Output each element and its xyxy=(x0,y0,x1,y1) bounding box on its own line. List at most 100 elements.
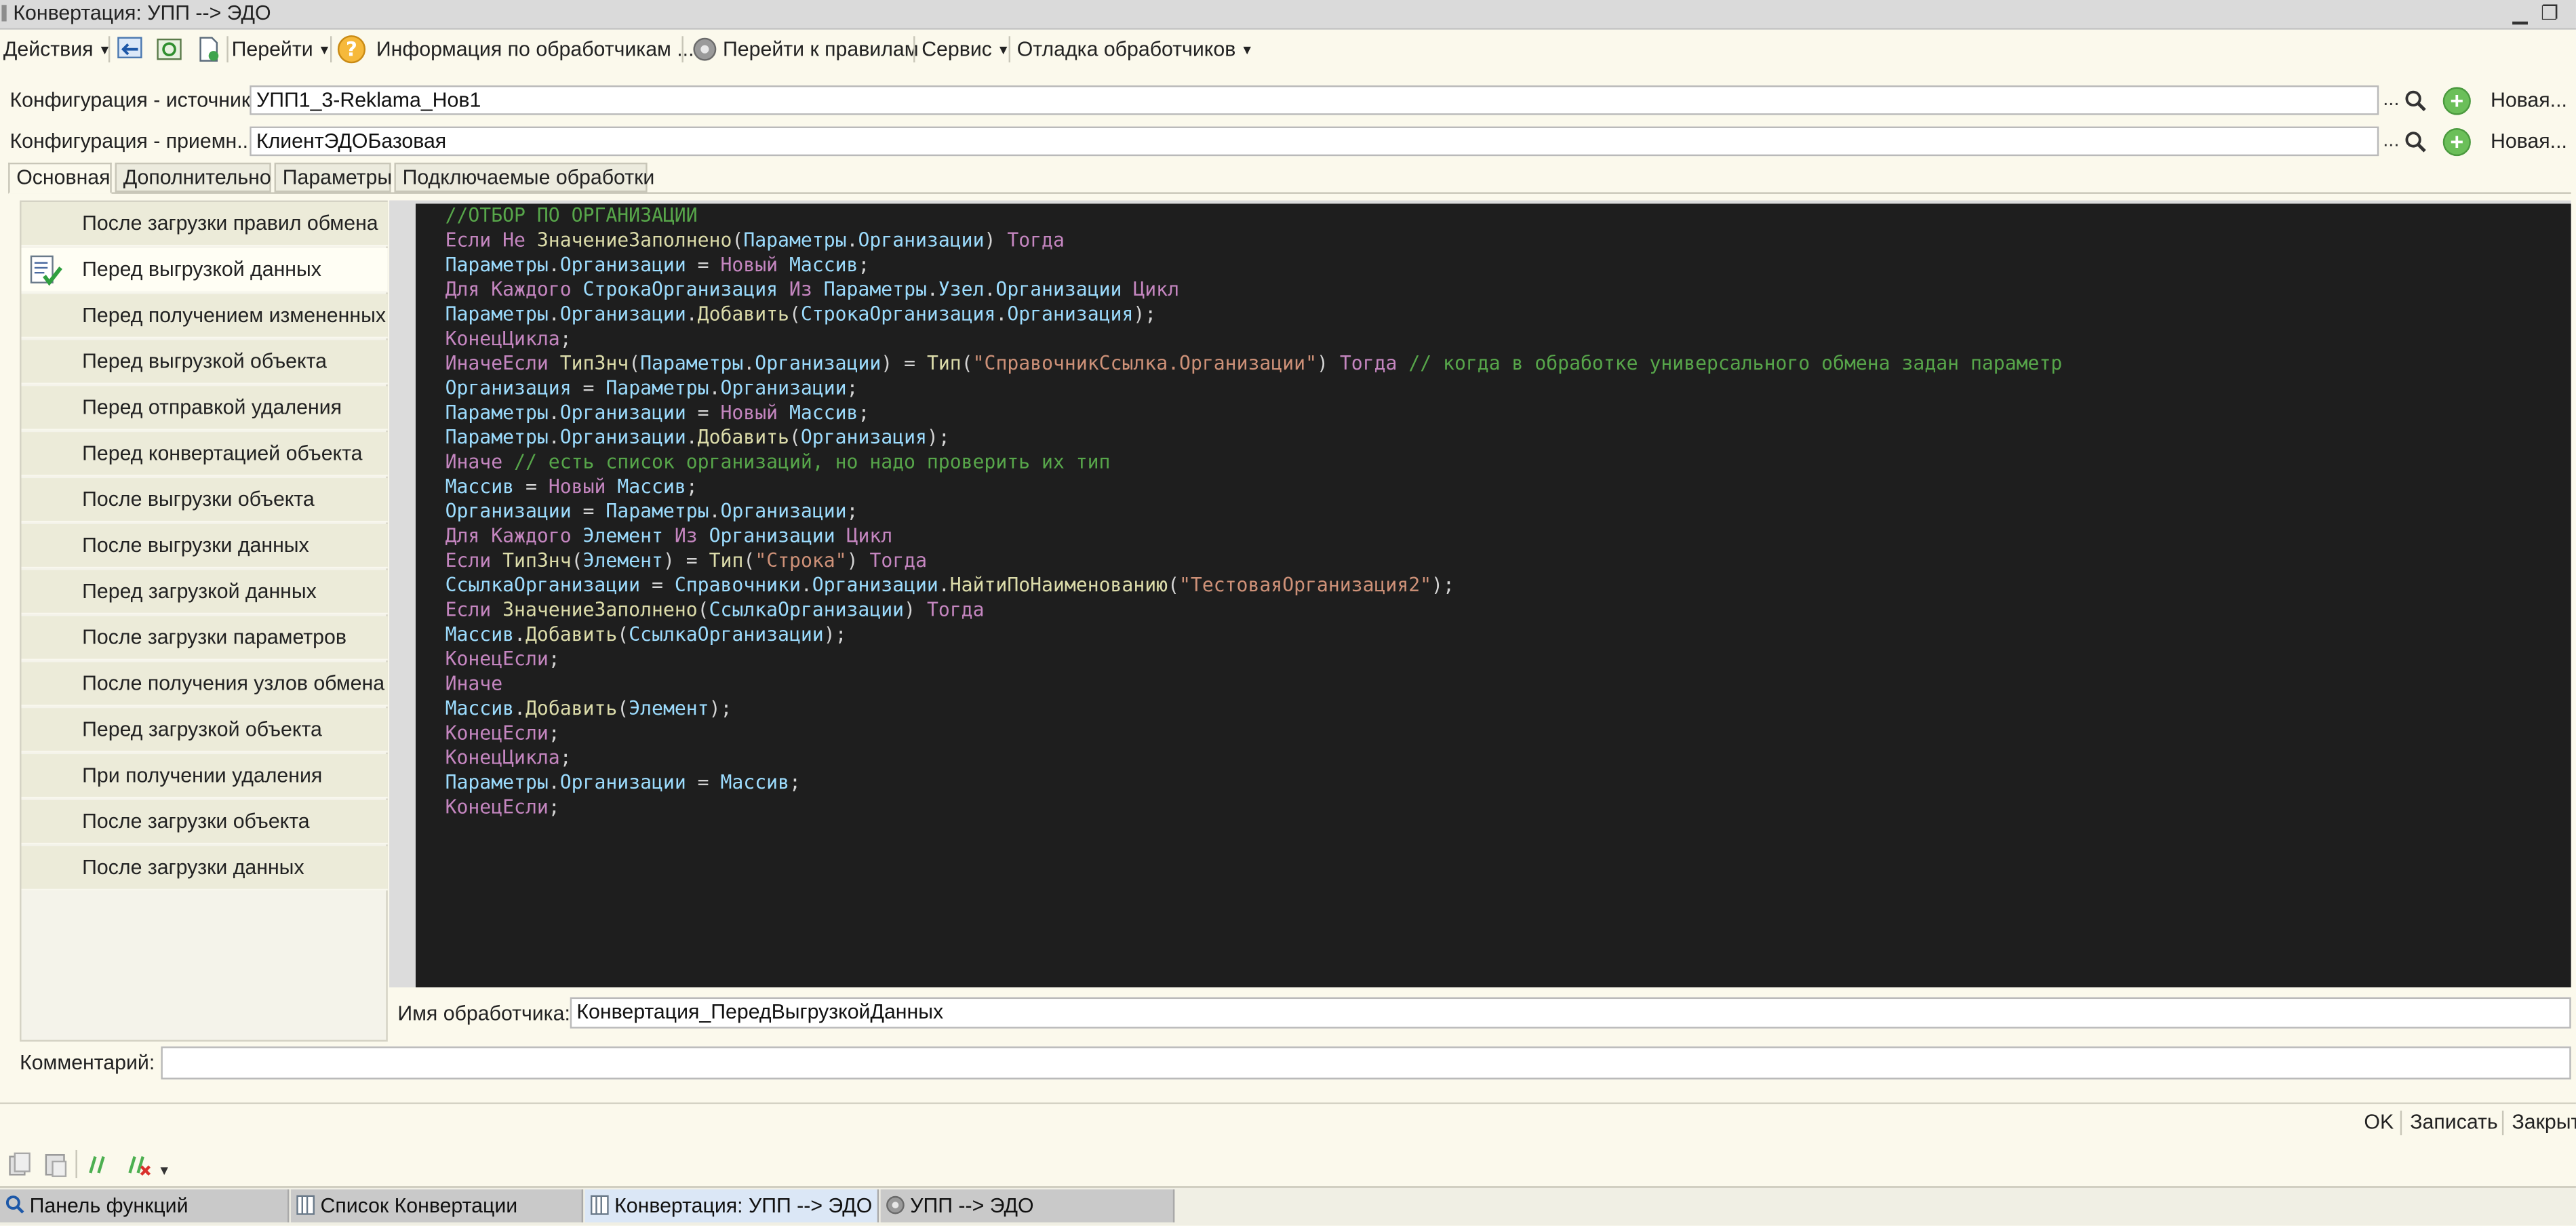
actions-label: Действия xyxy=(3,37,94,61)
goto-menu[interactable]: Перейти ▼ xyxy=(232,35,331,64)
code-line: Массив.Добавить(Элемент); xyxy=(445,696,732,720)
code-line: КонецЕсли; xyxy=(445,795,560,818)
arrow-back-icon[interactable] xyxy=(115,35,145,64)
list-item[interactable]: После загрузки параметров xyxy=(21,616,388,660)
toolbar-separator xyxy=(1008,36,1011,63)
tab-main[interactable]: Основная xyxy=(8,162,112,194)
window-menu-icon[interactable] xyxy=(1,5,7,22)
new-source-button[interactable]: Новая... xyxy=(2491,89,2567,112)
list-item[interactable]: При получении удаления xyxy=(21,754,388,799)
search-icon[interactable] xyxy=(2404,89,2428,113)
code-line: Параметры.Организации = Новый Массив; xyxy=(445,253,870,277)
handlers-info-button[interactable]: Информация по обработчикам ... xyxy=(376,35,694,64)
new-target-button[interactable]: Новая... xyxy=(2491,130,2567,153)
toolbar-separator xyxy=(330,36,332,63)
code-line: Иначе xyxy=(445,671,503,695)
taskbar-label: Список Конвертации xyxy=(320,1194,518,1218)
gear-icon xyxy=(886,1195,905,1214)
handler-name-field[interactable]: Конвертация_ПередВыгрузкойДанных xyxy=(570,997,2571,1029)
tab-parameters[interactable]: Параметры xyxy=(274,162,392,193)
code-line: Организация = Параметры.Организации; xyxy=(445,376,858,399)
list-item[interactable]: Перед отправкой удаления xyxy=(21,386,388,431)
ok-button[interactable]: OK xyxy=(2364,1111,2394,1134)
save-button[interactable]: Записать xyxy=(2410,1111,2497,1134)
target-select-button[interactable]: ... xyxy=(2379,127,2403,157)
taskbar-item-conversions-list[interactable]: Список Конвертации xyxy=(290,1189,584,1223)
minimize-icon[interactable]: ▁ xyxy=(2509,1,2532,24)
source-config-label: Конфигурация - источник: xyxy=(9,88,256,112)
code-editor[interactable]: //ОТБОР ПО ОРГАНИЗАЦИИ Если Не ЗначениеЗ… xyxy=(389,200,2571,988)
uncomment-icon[interactable] xyxy=(125,1151,155,1178)
toolbar-separator xyxy=(75,1149,77,1179)
toolbar-separator xyxy=(108,36,111,63)
code-line: Если ТипЗнч(Элемент) = Тип("Строка") Тог… xyxy=(445,549,928,572)
taskbar-label: УПП --> ЭДО xyxy=(910,1194,1034,1218)
toolbar-separator xyxy=(681,36,683,63)
table-icon xyxy=(296,1195,315,1215)
goto-label: Перейти xyxy=(231,37,313,61)
window-title: Конвертация: УПП --> ЭДО xyxy=(13,1,271,25)
target-config-label: Конфигурация - приемн... xyxy=(9,130,254,153)
tab-additional[interactable]: Дополнительно xyxy=(115,162,271,193)
source-config-field[interactable]: УПП1_3-Reklama_Нов1 xyxy=(250,85,2379,115)
list-item[interactable]: Перед получением измененных xyxy=(21,294,388,339)
close-button[interactable]: Закрыть xyxy=(2512,1111,2575,1134)
copy-icon[interactable] xyxy=(7,1151,33,1178)
editor-gutter xyxy=(389,200,414,988)
svg-text:?: ? xyxy=(346,37,357,60)
table-icon xyxy=(590,1195,609,1215)
list-item[interactable]: После загрузки правил обмена xyxy=(21,202,388,247)
code-area[interactable]: //ОТБОР ПО ОРГАНИЗАЦИИ Если Не ЗначениеЗ… xyxy=(415,203,2571,988)
help-icon: ? xyxy=(337,35,366,64)
list-item[interactable]: Перед загрузкой объекта xyxy=(21,708,388,753)
code-line: ИначеЕсли ТипЗнч(Параметры.Организации) … xyxy=(445,351,2063,375)
list-item[interactable]: Перед загрузкой данных xyxy=(21,570,388,615)
comment-label: Комментарий: xyxy=(20,1051,155,1075)
comment-lines-icon[interactable] xyxy=(85,1151,112,1178)
code-line: Если ЗначениеЗаполнено(СсылкаОрганизации… xyxy=(445,597,985,621)
list-item[interactable]: После выгрузки данных xyxy=(21,523,388,569)
toolbar-separator xyxy=(913,36,915,63)
list-item[interactable]: После загрузки данных xyxy=(21,846,388,891)
tab-plugins[interactable]: Подключаемые обработки xyxy=(394,162,654,193)
code-line: //ОТБОР ПО ОРГАНИЗАЦИИ xyxy=(445,203,698,227)
code-line: Для Каждого Элемент Из Организации Цикл xyxy=(445,523,893,547)
add-icon[interactable]: + xyxy=(2442,127,2471,157)
taskbar-item-functions[interactable]: Панель функций xyxy=(0,1189,290,1223)
service-menu[interactable]: Сервис ▼ xyxy=(922,35,1010,64)
target-config-field[interactable]: КлиентЭДОБазовая xyxy=(250,126,2379,157)
list-item[interactable]: После получения узлов обмена xyxy=(21,662,388,707)
restore-icon[interactable]: ❐ xyxy=(2538,1,2561,24)
code-line: КонецЕсли; xyxy=(445,647,560,671)
list-item-label: Перед выгрузкой данных xyxy=(82,258,321,281)
list-item[interactable]: После загрузки объекта xyxy=(21,799,388,845)
list-item-selected[interactable]: Перед выгрузкой данных xyxy=(21,248,388,293)
debug-menu[interactable]: Отладка обработчиков ▼ xyxy=(1017,35,1254,64)
tabs-divider xyxy=(8,192,2571,194)
taskbar-item-conversion-active[interactable]: Конвертация: УПП --> ЭДО xyxy=(584,1189,879,1223)
list-item[interactable]: Перед конвертацией объекта xyxy=(21,432,388,477)
taskbar-item-upp-edo[interactable]: УПП --> ЭДО xyxy=(880,1189,1175,1223)
chevron-down-icon: ▼ xyxy=(317,42,332,58)
button-separator xyxy=(2501,1110,2504,1136)
chevron-down-icon[interactable]: ▼ xyxy=(158,1163,171,1178)
code-line: Массив = Новый Массив; xyxy=(445,475,698,498)
add-icon[interactable]: + xyxy=(2442,87,2471,115)
list-item[interactable]: Перед выгрузкой объекта xyxy=(21,340,388,384)
new-document-icon[interactable] xyxy=(194,35,224,64)
code-line: КонецЕсли; xyxy=(445,721,560,745)
list-item[interactable]: После выгрузки объекта xyxy=(21,478,388,523)
goto-rules-button[interactable]: Перейти к правилам xyxy=(723,35,919,64)
refresh-icon[interactable] xyxy=(155,35,184,64)
code-line: КонецЦикла; xyxy=(445,327,572,351)
toolbar-separator xyxy=(226,36,229,63)
paste-icon[interactable] xyxy=(43,1151,69,1178)
handlers-list: После загрузки правил обмена Перед выгру… xyxy=(20,200,388,1042)
chevron-down-icon: ▼ xyxy=(1240,42,1254,58)
source-select-button[interactable]: ... xyxy=(2379,85,2403,115)
taskbar-label: Конвертация: УПП --> ЭДО xyxy=(614,1194,873,1218)
search-icon xyxy=(5,1195,24,1214)
search-icon[interactable] xyxy=(2404,130,2428,154)
comment-field[interactable] xyxy=(161,1046,2571,1080)
actions-menu[interactable]: Действия ▼ xyxy=(3,35,111,64)
